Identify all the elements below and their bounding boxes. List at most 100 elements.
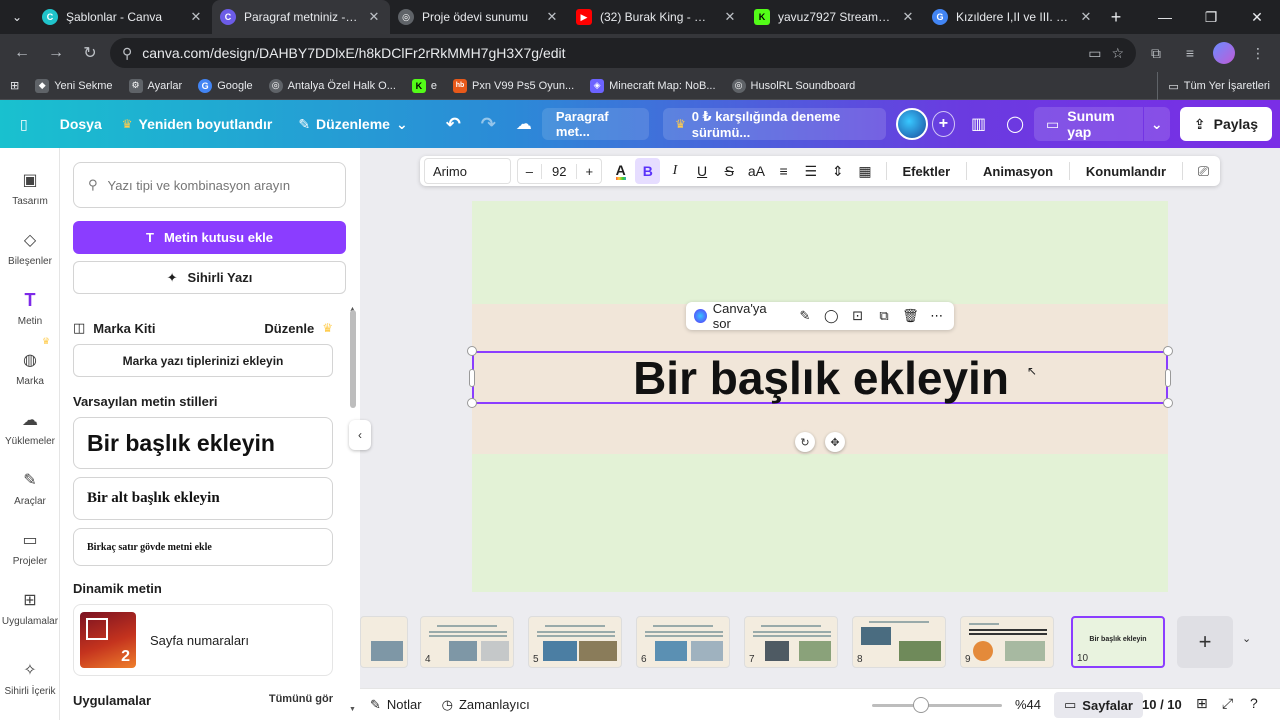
- maximize-icon[interactable]: ❐: [1188, 0, 1234, 34]
- url-field[interactable]: ⚲ canva.com/design/DAHBY7DDlxE/h8kDClFr2…: [110, 38, 1136, 68]
- collapse-panel-icon[interactable]: ‹: [349, 420, 371, 450]
- comment-icon[interactable]: ◯: [996, 100, 1034, 148]
- reload-icon[interactable]: ↻: [76, 39, 104, 67]
- page-thumbnail[interactable]: 8: [852, 616, 946, 668]
- text-color-button[interactable]: A: [608, 158, 633, 184]
- user-avatar[interactable]: [886, 100, 932, 148]
- resize-handle-bottom-left[interactable]: [467, 398, 477, 408]
- font-size-input[interactable]: 92: [540, 163, 578, 179]
- browser-menu-icon[interactable]: ⋮: [1244, 39, 1272, 67]
- resize-handle-right[interactable]: [1165, 369, 1171, 387]
- resize-handle-top-left[interactable]: [467, 346, 477, 356]
- media-controls-icon[interactable]: ≡: [1176, 39, 1204, 67]
- all-bookmarks[interactable]: ▭ Tüm Yer İşaretleri: [1157, 72, 1270, 100]
- sidebar-toggle-icon[interactable]: ▯: [0, 100, 38, 148]
- chevron-down-icon[interactable]: ⌄: [1242, 632, 1251, 645]
- move-icon[interactable]: ✥: [825, 432, 845, 452]
- invite-plus-icon[interactable]: +: [931, 111, 955, 137]
- page-thumbnail[interactable]: 4: [420, 616, 514, 668]
- rail-item-elements[interactable]: ◇ Bileşenler: [0, 228, 60, 267]
- bookmark-item[interactable]: ⚙ Ayarlar: [128, 78, 182, 93]
- bookmark-item[interactable]: ◎ Antalya Özel Halk O...: [268, 78, 396, 93]
- zoom-slider[interactable]: [872, 704, 1002, 707]
- rail-item-apps[interactable]: ⊞ Uygulamalar: [0, 588, 60, 627]
- bookmark-item[interactable]: hb Pxn V99 Ps5 Oyun...: [453, 78, 574, 93]
- letter-case-button[interactable]: aA: [744, 158, 769, 184]
- edit-mode-dropdown[interactable]: ✎ Düzenleme ⌄: [288, 100, 417, 148]
- browser-tab-active[interactable]: C Paragraf metniniz - Sunum ✕: [212, 0, 390, 34]
- position-button[interactable]: Konumlandır: [1078, 164, 1174, 179]
- resize-handle-bottom-right[interactable]: [1163, 398, 1173, 408]
- animate-button[interactable]: Animasyon: [975, 164, 1061, 179]
- rail-item-projects[interactable]: ▭ Projeler: [0, 528, 60, 567]
- tab-close-icon[interactable]: ✕: [722, 9, 738, 25]
- tab-search-icon[interactable]: ⌄: [0, 0, 34, 34]
- grid-view-icon[interactable]: ⊞: [1196, 695, 1208, 712]
- selected-textbox[interactable]: Bir başlık ekleyin: [472, 351, 1168, 404]
- site-info-icon[interactable]: ⚲: [122, 45, 132, 62]
- body-style-card[interactable]: Birkaç satır gövde metni ekle: [73, 528, 333, 566]
- forward-icon[interactable]: →: [42, 39, 70, 67]
- close-window-icon[interactable]: ✕: [1234, 0, 1280, 34]
- zoom-slider-handle[interactable]: [913, 697, 929, 713]
- font-family-dropdown[interactable]: Arimo: [424, 158, 511, 184]
- magic-write-button[interactable]: ✦ Sihirli Yazı: [73, 261, 346, 294]
- paint-format-icon[interactable]: ⎚: [1191, 158, 1216, 184]
- present-button[interactable]: ▭ Sunum yap: [1034, 107, 1143, 141]
- rotate-icon[interactable]: ↻: [795, 432, 815, 452]
- help-icon[interactable]: ?: [1250, 695, 1258, 711]
- tab-close-icon[interactable]: ✕: [1078, 9, 1094, 25]
- undo-icon[interactable]: ↶: [436, 100, 471, 148]
- zoom-level[interactable]: %44: [1015, 697, 1041, 712]
- font-search-field[interactable]: ⚲: [73, 162, 346, 208]
- redo-icon[interactable]: ↷: [471, 100, 506, 148]
- more-options-icon[interactable]: ⋯: [928, 306, 946, 326]
- add-brand-fonts-button[interactable]: Marka yazı tiplerinizi ekleyin: [73, 344, 333, 377]
- strikethrough-button[interactable]: S: [717, 158, 742, 184]
- resize-handle-top-right[interactable]: [1163, 346, 1173, 356]
- bookmark-item[interactable]: ◎ HusolRL Soundboard: [731, 78, 855, 93]
- tab-close-icon[interactable]: ✕: [366, 9, 382, 25]
- italic-button[interactable]: I: [662, 158, 687, 184]
- url-text[interactable]: canva.com/design/DAHBY7DDlxE/h8kDClFr2rR…: [142, 45, 1078, 61]
- rail-item-design[interactable]: ▣ Tasarım: [0, 168, 60, 207]
- underline-button[interactable]: U: [690, 158, 715, 184]
- present-dropdown-icon[interactable]: ⌄: [1143, 107, 1170, 141]
- ask-canva-button[interactable]: Canva'ya sor: [694, 301, 788, 331]
- browser-tab[interactable]: G Kızıldere I,II ve III. - Google ✕: [924, 0, 1102, 34]
- file-menu[interactable]: Dosya: [38, 100, 112, 148]
- minimize-icon[interactable]: —: [1142, 0, 1188, 34]
- page-thumbnail[interactable]: [360, 616, 408, 668]
- page-thumbnail[interactable]: 6: [636, 616, 730, 668]
- brand-edit-link[interactable]: Düzenle ♛: [264, 321, 333, 336]
- rail-item-uploads[interactable]: ☁ Yüklemeler: [0, 408, 60, 447]
- subheading-style-card[interactable]: Bir alt başlık ekleyin: [73, 477, 333, 520]
- timer-button[interactable]: ◷ Zamanlayıcı: [432, 697, 540, 713]
- rail-item-magic[interactable]: ✧ Sihirli İçerik: [0, 658, 60, 697]
- page-thumbnail[interactable]: 5: [528, 616, 622, 668]
- cloud-saved-icon[interactable]: ☁: [506, 100, 542, 148]
- heading-style-card[interactable]: Bir başlık ekleyin: [73, 417, 333, 469]
- pages-button[interactable]: ▭ Sayfalar: [1054, 692, 1143, 718]
- tab-close-icon[interactable]: ✕: [900, 9, 916, 25]
- page-thumbnail[interactable]: 7: [744, 616, 838, 668]
- bookmark-item[interactable]: Ke: [411, 78, 437, 93]
- add-textbox-button[interactable]: T Metin kutusu ekle: [73, 221, 346, 254]
- bold-button[interactable]: B: [635, 158, 661, 184]
- page-thumbnail-current[interactable]: Bir başlık ekleyin 10: [1071, 616, 1165, 668]
- browser-tab[interactable]: ▶ (32) Burak King - Koştum h ✕: [568, 0, 746, 34]
- install-app-icon[interactable]: ▭: [1088, 45, 1101, 62]
- fullscreen-icon[interactable]: ⤢: [1222, 695, 1233, 712]
- page-numbers-card[interactable]: 2 Sayfa numaraları: [73, 604, 333, 676]
- document-title[interactable]: Paragraf met...: [541, 108, 649, 140]
- duplicate-icon[interactable]: ⧉: [875, 306, 893, 326]
- resize-button[interactable]: ♛ Yeniden boyutlandır: [112, 100, 283, 148]
- browser-tab[interactable]: K yavuz7927 Stream - Watch ✕: [746, 0, 924, 34]
- add-page-button[interactable]: +: [1177, 616, 1233, 668]
- effects-button[interactable]: Efektler: [894, 164, 958, 179]
- see-all-link[interactable]: Tümünü gör: [269, 693, 333, 708]
- share-button[interactable]: ⇪ Paylaş: [1179, 107, 1272, 141]
- delete-icon[interactable]: 🗑: [901, 306, 919, 326]
- page-thumbnail[interactable]: 9: [960, 616, 1054, 668]
- decrease-size-button[interactable]: –: [518, 164, 541, 179]
